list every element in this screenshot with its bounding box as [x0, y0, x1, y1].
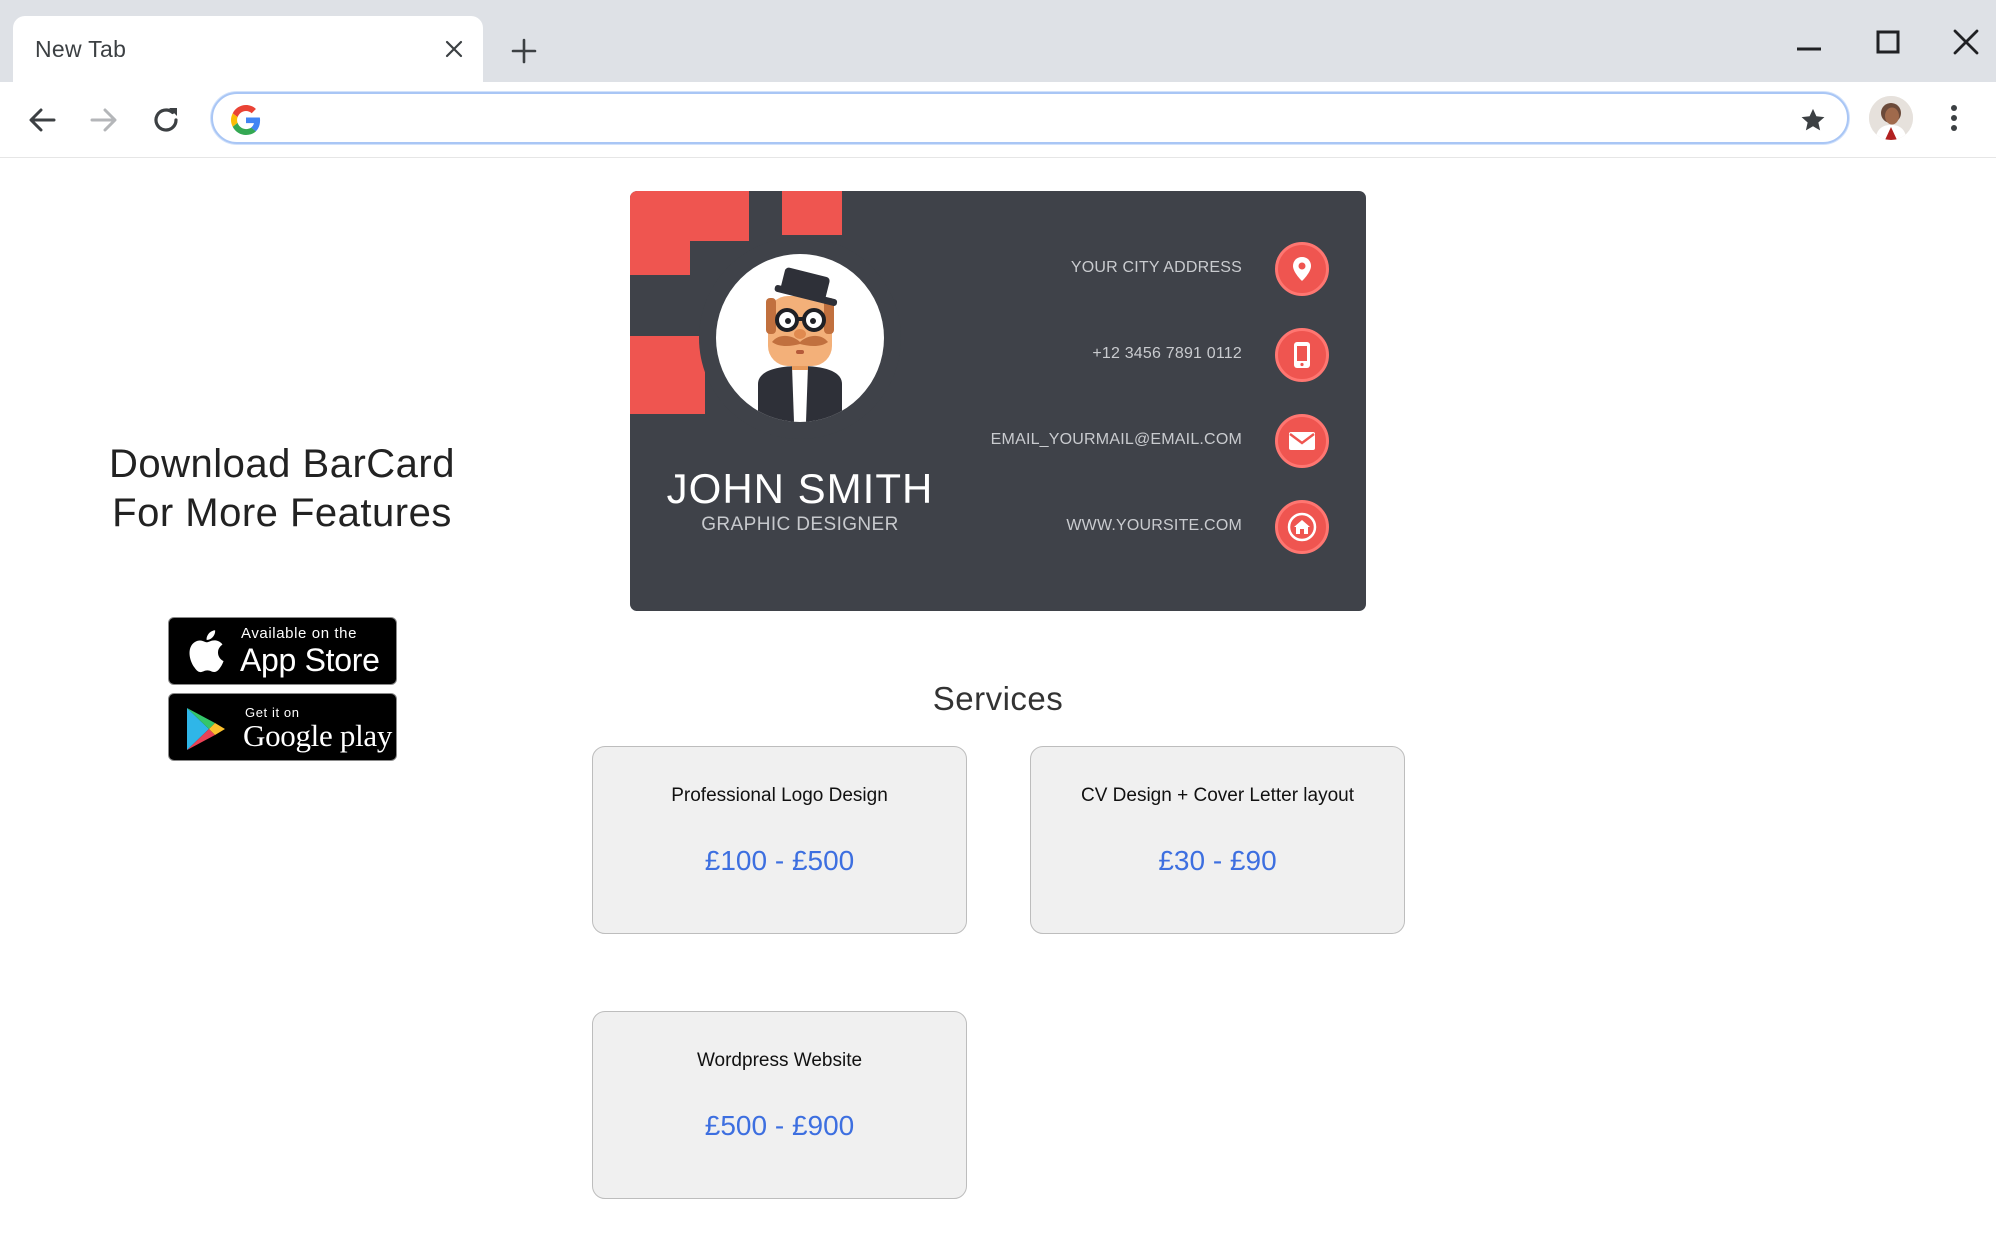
back-arrow-icon[interactable]: [18, 96, 66, 144]
service-card-wordpress-website[interactable]: Wordpress Website £500 - £900: [592, 1011, 967, 1199]
service-card-cv-design[interactable]: CV Design + Cover Letter layout £30 - £9…: [1030, 746, 1405, 934]
app-store-small-text: Available on the: [241, 625, 358, 642]
map-pin-icon: [1275, 242, 1329, 296]
contact-row-website: WWW.YOURSITE.COM: [970, 500, 1350, 556]
maximize-icon[interactable]: [1866, 20, 1910, 64]
contact-website-text: WWW.YOURSITE.COM: [1066, 517, 1242, 534]
star-icon[interactable]: [1797, 104, 1829, 136]
contact-row-address: YOUR CITY ADDRESS: [970, 242, 1350, 298]
business-card: JOHN SMITH GRAPHIC DESIGNER YOUR CITY AD…: [630, 191, 1366, 611]
home-icon: [1275, 500, 1329, 554]
envelope-icon: [1275, 414, 1329, 468]
contact-phone-text: +12 3456 7891 0112: [1092, 345, 1242, 362]
phone-icon: [1275, 328, 1329, 382]
plus-icon[interactable]: [502, 29, 546, 73]
card-name: JOHN SMITH: [666, 465, 934, 512]
forward-arrow-icon[interactable]: [80, 96, 128, 144]
app-store-badge[interactable]: Available on the App Store: [168, 617, 397, 685]
contact-email-text: EMAIL_YOURMAIL@EMAIL.COM: [990, 431, 1242, 448]
tab-strip: New Tab: [0, 0, 1996, 82]
service-price: £30 - £90: [1158, 845, 1277, 876]
google-play-badge[interactable]: Get it on Google play: [168, 693, 397, 761]
google-g-icon: [231, 105, 261, 135]
tab-title: New Tab: [35, 36, 127, 62]
services-heading: Services: [932, 680, 1064, 717]
app-download-promo: Download BarCard For More Features: [60, 440, 504, 538]
google-play-icon: [185, 706, 227, 757]
address-bar[interactable]: [211, 92, 1849, 144]
tab-new-tab[interactable]: New Tab: [13, 16, 483, 82]
profile-avatar[interactable]: [1869, 96, 1913, 140]
app-store-big-text: App Store: [240, 642, 380, 678]
service-name: Wordpress Website: [696, 1050, 863, 1071]
close-window-icon[interactable]: [1944, 20, 1988, 64]
reload-icon[interactable]: [142, 96, 190, 144]
browser-toolbar: [0, 82, 1996, 158]
avatar: [716, 254, 884, 422]
apple-icon: [187, 628, 225, 679]
minimize-icon[interactable]: [1787, 20, 1831, 64]
google-play-big-text: Google play: [243, 718, 393, 753]
close-icon[interactable]: [437, 32, 471, 66]
contact-row-email: EMAIL_YOURMAIL@EMAIL.COM: [970, 414, 1350, 470]
service-name: CV Design + Cover Letter layout: [1081, 785, 1354, 806]
contact-address-text: YOUR CITY ADDRESS: [1070, 259, 1242, 276]
service-price: £100 - £500: [704, 845, 855, 876]
card-job-title: GRAPHIC DESIGNER: [701, 514, 899, 535]
more-vert-icon[interactable]: [1936, 96, 1972, 140]
contact-row-phone: +12 3456 7891 0112: [970, 328, 1350, 384]
promo-line-2: For More Features: [112, 491, 452, 535]
omnibox-input[interactable]: [275, 102, 1755, 134]
service-name: Professional Logo Design: [671, 785, 888, 806]
service-card-logo-design[interactable]: Professional Logo Design £100 - £500: [592, 746, 967, 934]
service-price: £500 - £900: [704, 1110, 855, 1141]
promo-line-1: Download BarCard: [109, 442, 455, 486]
